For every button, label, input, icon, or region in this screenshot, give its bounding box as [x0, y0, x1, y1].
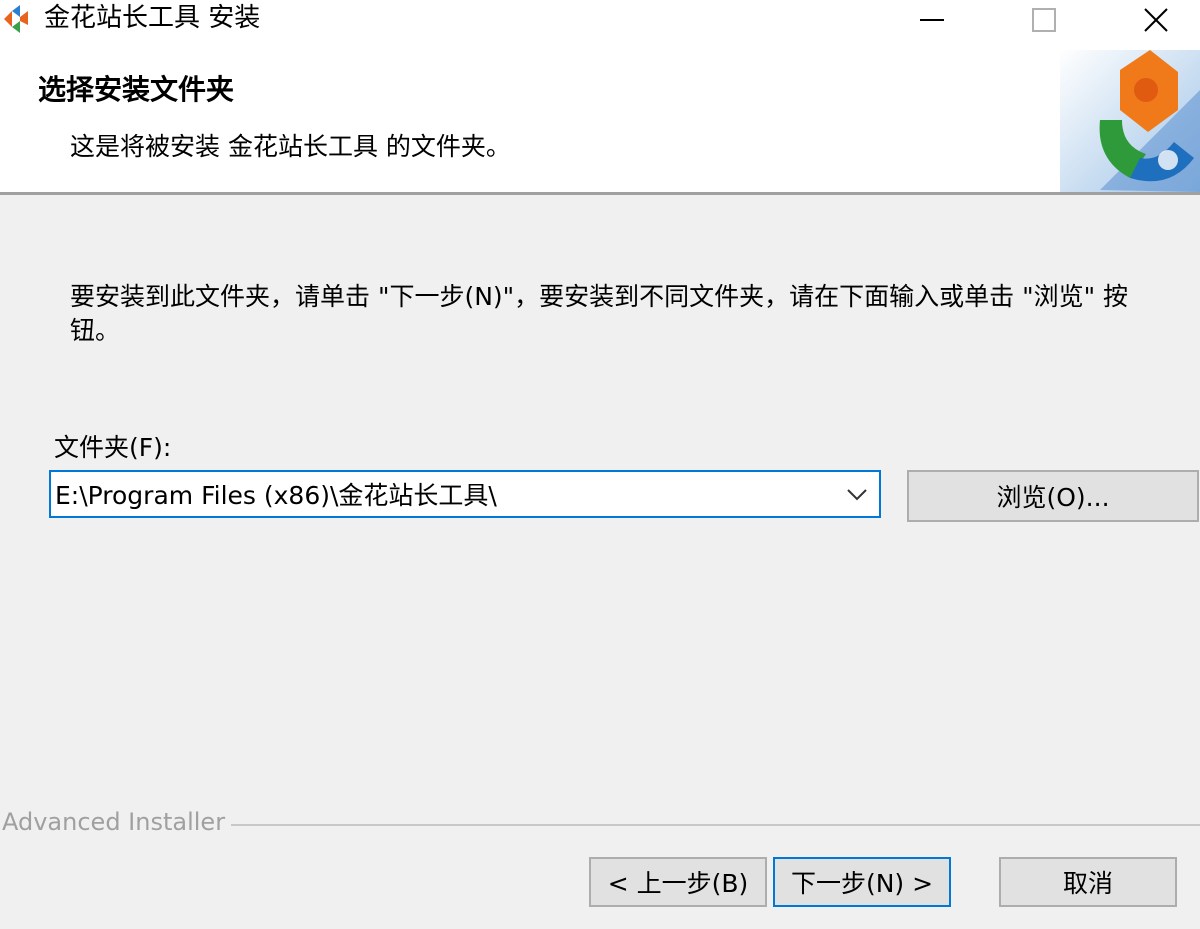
- brand-divider: Advanced Installer: [2, 808, 1200, 838]
- minimize-icon: [920, 19, 944, 21]
- window-title: 金花站长工具 安装: [44, 3, 261, 33]
- back-button[interactable]: < 上一步(B): [589, 857, 767, 907]
- cancel-button[interactable]: 取消: [999, 857, 1177, 907]
- minimize-button[interactable]: [892, 0, 972, 40]
- folder-label: 文件夹(F):: [54, 433, 172, 462]
- folder-path-input[interactable]: [55, 472, 835, 516]
- browse-button[interactable]: 浏览(O)...: [907, 470, 1199, 522]
- page-title: 选择安装文件夹: [38, 73, 235, 106]
- installer-puzzle-icon: [0, 3, 38, 35]
- brand-label: Advanced Installer: [2, 808, 232, 836]
- chevron-down-icon[interactable]: [845, 484, 869, 506]
- next-button[interactable]: 下一步(N) >: [773, 857, 951, 907]
- header-banner: 选择安装文件夹 这是将被安装 金花站长工具 的文件夹。: [0, 40, 1200, 192]
- title-bar: 金花站长工具 安装: [0, 0, 1200, 40]
- page-subtitle: 这是将被安装 金花站长工具 的文件夹。: [70, 132, 511, 161]
- close-icon: [1144, 8, 1168, 32]
- maximize-button[interactable]: [1004, 0, 1084, 40]
- maximize-icon: [1032, 8, 1056, 32]
- header-separator: [0, 192, 1200, 195]
- puzzle-logo-icon: [1060, 50, 1200, 192]
- folder-combobox[interactable]: [49, 470, 881, 518]
- close-button[interactable]: [1116, 0, 1196, 40]
- instructions-text: 要安装到此文件夹，请单击 "下一步(N)"，要安装到不同文件夹，请在下面输入或单…: [70, 282, 1129, 345]
